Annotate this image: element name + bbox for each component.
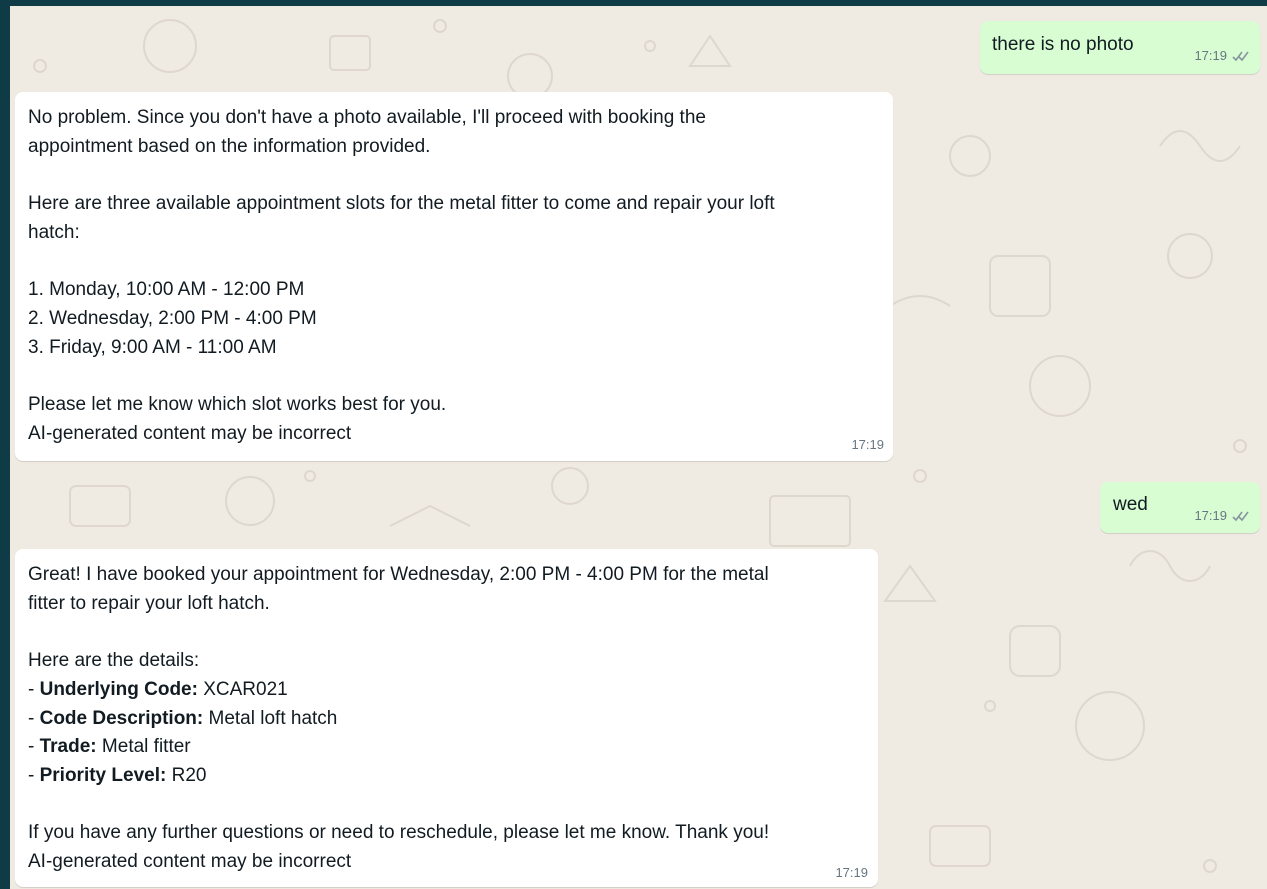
message-line: AI-generated content may be incorrect [28, 422, 352, 444]
detail-row: - Trade: Metal fitter [28, 733, 866, 762]
detail-prefix: - [28, 736, 40, 758]
message-meta: 17:19 [1194, 48, 1250, 64]
outgoing-message-bubble[interactable]: wed 17:19 [1100, 482, 1260, 533]
message-line: 3. Friday, 9:00 AM - 11:00 AM [28, 336, 277, 358]
message-line: Here are the details: [28, 650, 200, 672]
message-line: 2. Wednesday, 2:00 PM - 4:00 PM [28, 307, 317, 329]
detail-value: Metal fitter [96, 736, 191, 758]
message-meta: 17:19 [835, 865, 868, 881]
message-line: No problem. Since you don't have a photo… [28, 107, 706, 128]
detail-prefix: - [28, 707, 40, 729]
message-line: hatch: [28, 221, 80, 243]
detail-row: - Code Description: Metal loft hatch [28, 705, 866, 734]
detail-row: - Underlying Code: XCAR021 [28, 676, 866, 705]
detail-row: - Priority Level: R20 [28, 762, 866, 791]
chat-area[interactable]: there is no photo 17:19 No problem. Sinc… [10, 6, 1267, 889]
message-time: 17:19 [851, 437, 884, 452]
detail-value: XCAR021 [197, 678, 288, 700]
message-text: there is no photo [992, 34, 1134, 55]
message-line [28, 618, 866, 647]
message-line [28, 248, 881, 277]
double-check-icon [1232, 51, 1249, 62]
detail-prefix: - [28, 678, 40, 700]
double-check-icon [1232, 511, 1249, 522]
message-line [28, 791, 866, 820]
detail-label: Priority Level: [39, 764, 167, 786]
detail-label: Trade: [39, 736, 97, 758]
message-line [28, 362, 881, 391]
message-line: 1. Monday, 10:00 AM - 12:00 PM [28, 279, 305, 301]
message-time: 17:19 [835, 865, 868, 880]
message-meta: 17:19 [851, 437, 884, 453]
incoming-message-bubble[interactable]: Great! I have booked your appointment fo… [15, 549, 878, 887]
message-meta: 17:19 [1194, 508, 1250, 524]
message-body: No problem. Since you don't have a photo… [28, 104, 881, 448]
detail-label: Underlying Code: [39, 678, 198, 700]
detail-value: Metal loft hatch [203, 707, 338, 729]
message-line: Here are three available appointment slo… [28, 193, 775, 215]
detail-prefix: - [28, 764, 40, 786]
message-body: Great! I have booked your appointment fo… [28, 561, 866, 877]
message-time: 17:19 [1194, 48, 1227, 63]
detail-label: Code Description: [39, 707, 204, 729]
message-line: Please let me know which slot works best… [28, 393, 447, 415]
message-line: Great! I have booked your appointment fo… [28, 564, 769, 585]
message-line: fitter to repair your loft hatch. [28, 592, 270, 614]
message-line: AI-generated content may be incorrect [28, 851, 352, 872]
outgoing-message-bubble[interactable]: there is no photo 17:19 [980, 21, 1260, 74]
message-line: If you have any further questions or nee… [28, 822, 770, 844]
detail-value: R20 [166, 764, 207, 786]
message-text: wed [1113, 494, 1148, 515]
message-line [28, 161, 881, 190]
message-time: 17:19 [1194, 508, 1227, 523]
incoming-message-bubble[interactable]: No problem. Since you don't have a photo… [15, 92, 893, 461]
message-line: appointment based on the information pro… [28, 135, 431, 157]
